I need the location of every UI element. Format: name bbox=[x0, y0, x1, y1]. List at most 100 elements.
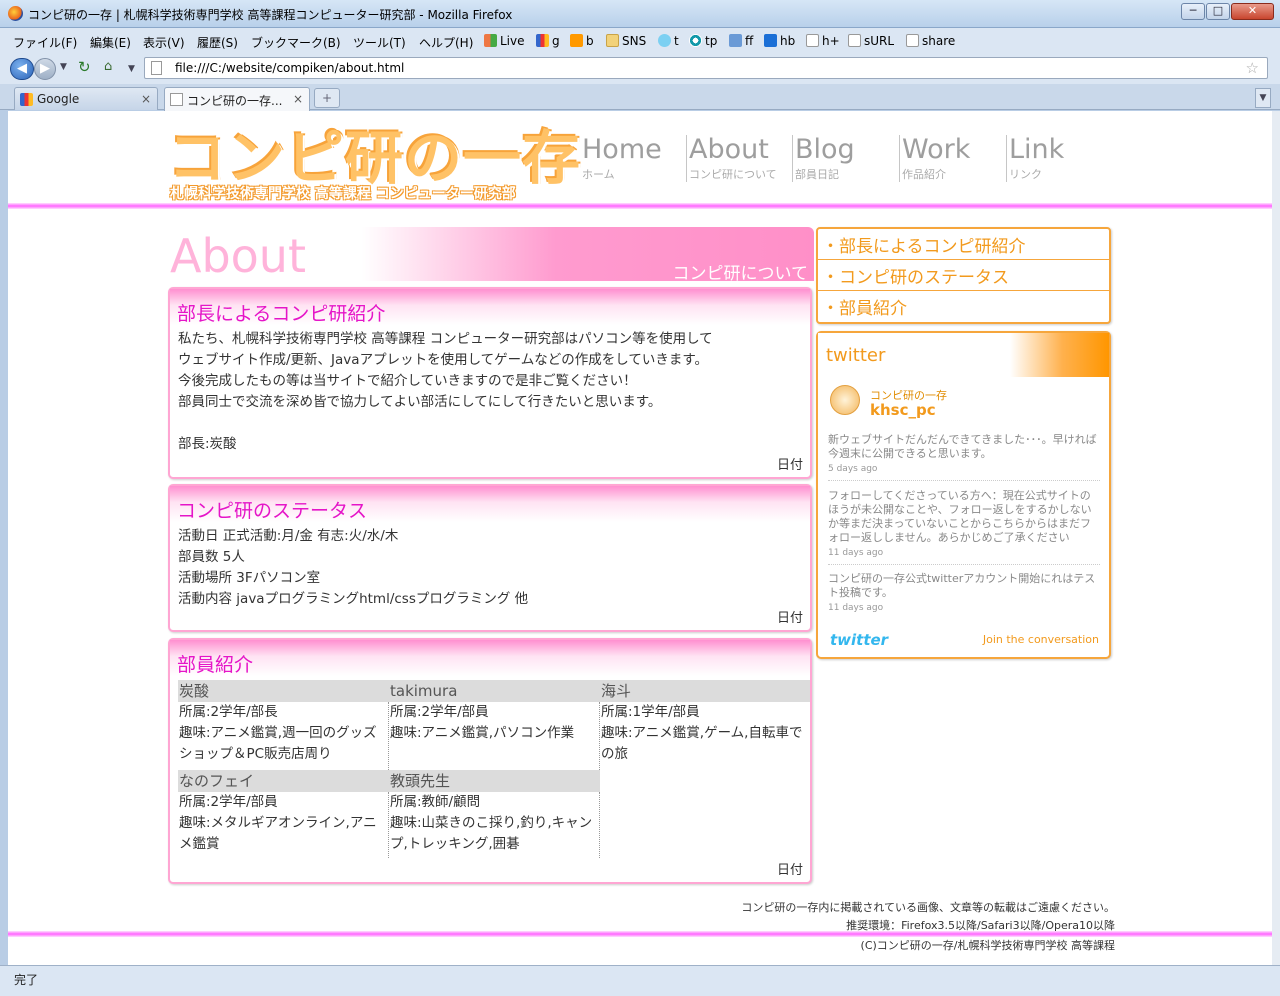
tab-compiken[interactable]: コンピ研の一存... × bbox=[164, 87, 310, 111]
member-name: 教頭先生 bbox=[389, 770, 600, 792]
bookmark-ff[interactable]: ff bbox=[729, 34, 753, 48]
bookmark-label: hb bbox=[780, 34, 796, 48]
menu-help[interactable]: ヘルプ(H) bbox=[419, 34, 473, 51]
maximize-button[interactable]: □ bbox=[1206, 3, 1230, 20]
nav-home[interactable]: Home ホーム bbox=[580, 135, 662, 182]
status-text: 完了 bbox=[14, 973, 39, 987]
member-affiliation: 所属:1学年/部員 bbox=[601, 704, 700, 720]
bookmark-label: tp bbox=[705, 34, 718, 48]
member-affiliation: 所属:2学年/部員 bbox=[179, 794, 278, 810]
member-details: 所属:2学年/部員 趣味:メタルギアオンライン,アニメ鑑賞 bbox=[178, 792, 389, 858]
bookmark-b[interactable]: b bbox=[570, 34, 594, 48]
bookmark-star-icon[interactable]: ☆ bbox=[1246, 59, 1259, 77]
bookmark-tp[interactable]: tp bbox=[689, 34, 717, 48]
status-title: コンピ研のステータス bbox=[170, 486, 810, 522]
bookmark-label: b bbox=[586, 34, 594, 48]
bookmark-hb[interactable]: hb bbox=[764, 34, 795, 48]
twitter-logo[interactable]: twitter bbox=[830, 631, 888, 649]
window-title: コンピ研の一存 | 札幌科学技術専門学校 高等課程コンピューター研究部 - Mo… bbox=[28, 8, 513, 22]
minimize-button[interactable]: ─ bbox=[1181, 3, 1205, 20]
bookmark-sns[interactable]: SNS bbox=[606, 34, 646, 48]
home-dropdown-icon[interactable]: ▼ bbox=[128, 64, 135, 74]
menu-history[interactable]: 履歴(S) bbox=[197, 34, 238, 51]
tweet-time[interactable]: 11 days ago bbox=[828, 546, 1100, 560]
nav-about-en: About bbox=[689, 134, 769, 165]
menu-bar: ファイル(F) 編集(E) 表示(V) 履歴(S) ブックマーク(B) ツール(… bbox=[0, 28, 1280, 54]
nav-work[interactable]: Work 作品紹介 bbox=[899, 135, 970, 182]
status-body: 活動日 正式活動:月/金 有志:火/水/木 部員数 5人 活動場所 3Fパソコン… bbox=[170, 522, 810, 610]
new-tab-button[interactable]: + bbox=[314, 88, 340, 108]
back-button[interactable]: ◀ bbox=[10, 58, 34, 80]
bookmark-label: t bbox=[674, 34, 679, 48]
tweet-time[interactable]: 5 days ago bbox=[828, 462, 1100, 476]
history-dropdown-icon[interactable]: ▼ bbox=[60, 62, 67, 72]
member-hobby: 趣味:アニメ鑑賞,週一回のグッズショップ＆PC販売店周り bbox=[179, 725, 377, 762]
menu-tools[interactable]: ツール(T) bbox=[353, 34, 406, 51]
firefox-icon bbox=[8, 6, 23, 21]
twitter-widget-title: twitter bbox=[818, 333, 1109, 377]
nav-blog-en: Blog bbox=[795, 134, 855, 165]
window-titlebar: コンピ研の一存 | 札幌科学技術専門学校 高等課程コンピューター研究部 - Mo… bbox=[0, 0, 1280, 28]
arrow-right-icon: ▶ bbox=[40, 61, 50, 76]
sidebar-link-members[interactable]: ・部員紹介 bbox=[818, 291, 1109, 322]
member-card: takimura 所属:2学年/部員 趣味:アニメ鑑賞,パソコン作業 bbox=[389, 680, 600, 770]
bookmark-surl[interactable]: sURL bbox=[848, 34, 894, 48]
sidebar-link-status[interactable]: ・コンピ研のステータス bbox=[818, 260, 1109, 291]
bookmark-live[interactable]: Live bbox=[484, 34, 525, 48]
menu-view[interactable]: 表示(V) bbox=[143, 34, 185, 51]
nav-link-en: Link bbox=[1009, 134, 1065, 165]
page-icon bbox=[848, 34, 861, 47]
bookmark-t[interactable]: t bbox=[658, 34, 679, 48]
bookmark-label: ff bbox=[745, 34, 754, 48]
nav-blog[interactable]: Blog 部員日記 bbox=[792, 135, 855, 182]
member-name: 海斗 bbox=[600, 680, 810, 702]
bookmark-label: h+ bbox=[822, 34, 840, 48]
close-tab-icon[interactable]: × bbox=[293, 92, 303, 106]
close-tab-icon[interactable]: × bbox=[141, 92, 151, 106]
url-text[interactable]: file:///C:/website/compiken/about.html bbox=[175, 61, 404, 75]
home-icon[interactable]: ⌂ bbox=[104, 59, 112, 74]
menu-file[interactable]: ファイル(F) bbox=[13, 34, 77, 51]
tab-bar: Google × コンピ研の一存... × bbox=[0, 84, 1280, 111]
member-card: なのフェイ 所属:2学年/部員 趣味:メタルギアオンライン,アニメ鑑賞 bbox=[178, 770, 389, 858]
nav-link[interactable]: Link リンク bbox=[1006, 135, 1064, 182]
menu-edit[interactable]: 編集(E) bbox=[90, 34, 131, 51]
tab-google[interactable]: Google × bbox=[14, 87, 158, 110]
avatar[interactable] bbox=[830, 385, 860, 415]
bookmark-g[interactable]: g bbox=[536, 34, 560, 48]
nav-work-jp: 作品紹介 bbox=[902, 168, 946, 181]
tab-list-button[interactable]: ▼ bbox=[1255, 88, 1271, 108]
tweet-time[interactable]: 11 days ago bbox=[828, 601, 1100, 615]
forward-button[interactable]: ▶ bbox=[34, 58, 56, 80]
member-affiliation: 所属:2学年/部員 bbox=[390, 704, 489, 720]
nav-about-jp: コンピ研について bbox=[689, 168, 777, 181]
bookmark-label: SNS bbox=[622, 34, 647, 48]
nav-link-jp: リンク bbox=[1009, 168, 1042, 181]
page-icon bbox=[906, 34, 919, 47]
close-window-button[interactable]: ✕ bbox=[1231, 3, 1274, 20]
sidebar-link-intro[interactable]: ・部長によるコンピ研紹介 bbox=[818, 229, 1109, 260]
reload-icon[interactable]: ↻ bbox=[78, 58, 91, 76]
nav-about[interactable]: About コンピ研について bbox=[686, 135, 777, 182]
members-panel: 部員紹介 炭酸 所属:2学年/部長 趣味:アニメ鑑賞,週一回のグッズショップ＆P… bbox=[168, 638, 812, 884]
status-line: 活動日 正式活動:月/金 有志:火/水/木 bbox=[178, 528, 399, 544]
bookmark-hplus[interactable]: h+ bbox=[806, 34, 840, 48]
join-conversation-link[interactable]: Join the conversation bbox=[983, 633, 1099, 646]
status-panel: コンピ研のステータス 活動日 正式活動:月/金 有志:火/水/木 部員数 5人 … bbox=[168, 484, 812, 632]
header-divider bbox=[8, 203, 1272, 209]
bookmark-share[interactable]: share bbox=[906, 34, 955, 48]
about-heading-en: About bbox=[170, 229, 307, 283]
address-bar[interactable]: file:///C:/website/compiken/about.html ☆ bbox=[144, 57, 1268, 79]
member-card: 海斗 所属:1学年/部員 趣味:アニメ鑑賞,ゲーム,自転車での旅 bbox=[600, 680, 810, 770]
chevron-down-icon: ▼ bbox=[1259, 93, 1267, 103]
hatena-bookmark-icon bbox=[764, 34, 777, 47]
plus-icon: + bbox=[321, 91, 333, 105]
blog-icon bbox=[570, 34, 583, 47]
vertical-scrollbar[interactable] bbox=[1272, 111, 1280, 965]
sidebar-links: ・部長によるコンピ研紹介 ・コンピ研のステータス ・部員紹介 bbox=[816, 227, 1111, 324]
bookmark-label: g bbox=[552, 34, 560, 48]
menu-bookmarks[interactable]: ブックマーク(B) bbox=[251, 34, 341, 51]
member-details: 所属:2学年/部員 趣味:アニメ鑑賞,パソコン作業 bbox=[389, 702, 600, 770]
twitter-handle[interactable]: khsc_pc bbox=[870, 401, 936, 419]
member-details: 所属:1学年/部員 趣味:アニメ鑑賞,ゲーム,自転車での旅 bbox=[600, 702, 810, 770]
